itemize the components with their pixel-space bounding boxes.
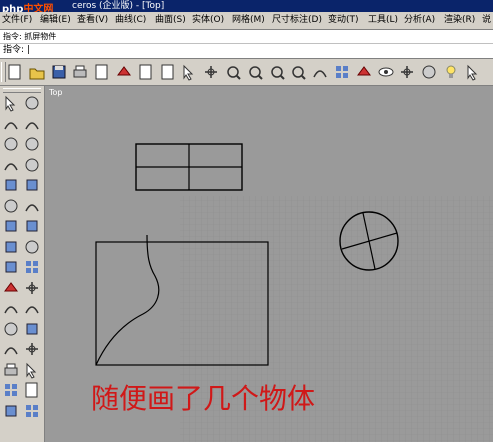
misc-icon[interactable]: [23, 402, 41, 420]
text-icon[interactable]: [23, 381, 41, 399]
polygon-icon[interactable]: [2, 176, 20, 194]
point-icon[interactable]: [23, 94, 41, 112]
ellipse-icon[interactable]: [23, 156, 41, 174]
split-icon[interactable]: [23, 299, 41, 317]
pan-hand-icon[interactable]: [180, 63, 198, 81]
standard-toolbar: [0, 59, 493, 86]
rectangle-icon[interactable]: [23, 176, 41, 194]
zoom-window-icon[interactable]: [246, 63, 264, 81]
open-folder-icon[interactable]: [28, 63, 46, 81]
target-icon[interactable]: [420, 63, 438, 81]
cut-icon[interactable]: [115, 63, 133, 81]
command-history: 指令: 抓屏物件: [3, 32, 57, 41]
extrude-icon[interactable]: [2, 279, 20, 297]
menu-curve[interactable]: 曲线(C): [115, 14, 146, 26]
explode-icon[interactable]: [23, 279, 41, 297]
menu-surface[interactable]: 曲面(S): [155, 14, 186, 26]
box-solid-icon[interactable]: [2, 402, 20, 420]
shade-icon[interactable]: [2, 320, 20, 338]
polyline-icon[interactable]: [2, 115, 20, 133]
menu-more[interactable]: 说: [482, 14, 491, 26]
sidebar-grip[interactable]: [3, 88, 41, 93]
new-file-icon[interactable]: [6, 63, 24, 81]
command-separator: [0, 43, 493, 44]
annotation-caption: 随便画了几个物体: [91, 382, 316, 415]
fillet-icon[interactable]: [23, 197, 41, 215]
copy-icon[interactable]: [137, 63, 155, 81]
move-icon[interactable]: [23, 340, 41, 358]
menu-view[interactable]: 查看(V): [77, 14, 108, 26]
eye-icon[interactable]: [377, 63, 395, 81]
mesh-icon[interactable]: [23, 258, 41, 276]
grid-rectangle-object[interactable]: [135, 143, 243, 191]
rotate-view-icon[interactable]: [311, 63, 329, 81]
menu-bar: 文件(F) 编辑(E) 查看(V) 曲线(C) 曲面(S) 实体(O) 网格(M…: [0, 12, 493, 30]
move-view-icon[interactable]: [202, 63, 220, 81]
camera-icon[interactable]: [398, 63, 416, 81]
menu-render[interactable]: 渲染(R): [444, 14, 475, 26]
menu-dimension[interactable]: 尺寸标注(D): [272, 14, 322, 26]
circle-3pt-icon[interactable]: [23, 135, 41, 153]
trim-icon[interactable]: [2, 299, 20, 317]
zoom-selected-icon[interactable]: [289, 63, 307, 81]
help-icon[interactable]: [464, 63, 482, 81]
command-area: 指令: 抓屏物件 指令: |: [0, 30, 493, 59]
command-prompt-label: 指令:: [3, 45, 27, 55]
surface-patch-icon[interactable]: [2, 217, 20, 235]
circle-icon[interactable]: [2, 135, 20, 153]
circle-target-icon[interactable]: [2, 197, 20, 215]
grid-icon[interactable]: [2, 381, 20, 399]
four-viewports-icon[interactable]: [333, 63, 351, 81]
main-sidebar-toolbar: [0, 86, 45, 442]
menu-tools[interactable]: 工具(L): [368, 14, 398, 26]
zoom-extents-icon[interactable]: [268, 63, 286, 81]
car-icon[interactable]: [355, 63, 373, 81]
menu-solid[interactable]: 实体(O): [192, 14, 224, 26]
sphere-icon[interactable]: [23, 238, 41, 256]
curve-icon[interactable]: [23, 115, 41, 133]
menu-mesh[interactable]: 网格(M): [232, 14, 265, 26]
cylinder-icon[interactable]: [2, 238, 20, 256]
boolean-icon[interactable]: [23, 320, 41, 338]
print-icon[interactable]: [71, 63, 89, 81]
light-bulb-icon[interactable]: [442, 63, 460, 81]
menu-file[interactable]: 文件(F): [2, 14, 32, 26]
select-arrow-icon[interactable]: [2, 94, 20, 112]
menu-edit[interactable]: 编辑(E): [40, 14, 71, 26]
dimension-icon[interactable]: [2, 361, 20, 379]
box-icon[interactable]: [2, 258, 20, 276]
menu-analyze[interactable]: 分析(A): [404, 14, 435, 26]
arc-icon[interactable]: [2, 156, 20, 174]
offset-icon[interactable]: [2, 340, 20, 358]
transform-icon[interactable]: [23, 361, 41, 379]
window-title: ceros (企业版) - [Top]: [72, 1, 165, 11]
zoom-icon[interactable]: [224, 63, 242, 81]
surface-edge-icon[interactable]: [23, 217, 41, 235]
title-bar: php中文网 ceros (企业版) - [Top]: [0, 0, 493, 15]
save-icon[interactable]: [50, 63, 68, 81]
command-input[interactable]: 指令: |: [3, 44, 30, 56]
top-viewport[interactable]: Top 随便画了几个物体: [45, 86, 493, 442]
paste-icon[interactable]: [159, 63, 177, 81]
menu-transform[interactable]: 变动(T): [328, 14, 359, 26]
viewport-label[interactable]: Top: [48, 88, 63, 97]
copy-doc-icon[interactable]: [93, 63, 111, 81]
